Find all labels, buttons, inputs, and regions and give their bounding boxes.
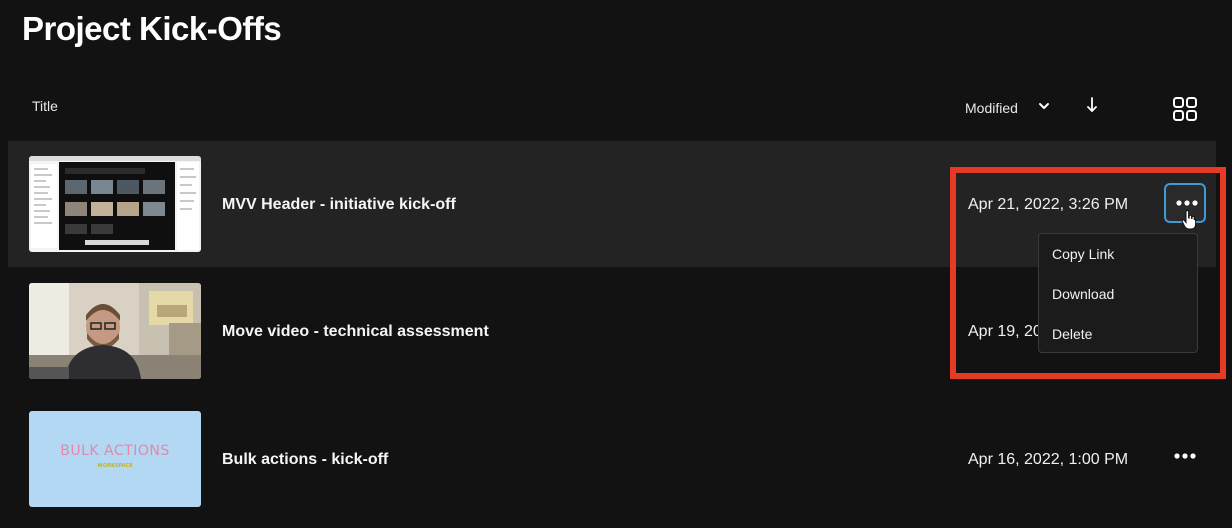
- item-title[interactable]: MVV Header - initiative kick-off: [222, 196, 456, 214]
- list-header: Title Modified: [0, 88, 1232, 128]
- page-title: Project Kick-Offs: [22, 10, 282, 47]
- item-title[interactable]: Move video - technical assessment: [222, 323, 489, 341]
- hand-pointer-cursor-icon: [1181, 210, 1197, 230]
- chevron-down-icon[interactable]: [1036, 98, 1052, 114]
- video-thumbnail[interactable]: [29, 156, 201, 252]
- screen-recording-thumbnail-image: [29, 156, 201, 252]
- sort-direction-arrow-icon[interactable]: [1084, 96, 1100, 114]
- video-thumbnail[interactable]: [29, 283, 201, 379]
- thumbnail-heading: BULK ACTIONS: [60, 443, 170, 459]
- title-column-header[interactable]: Title: [32, 98, 58, 114]
- item-modified-date: Apr 16, 2022, 1:00 PM: [968, 451, 1129, 468]
- page: Project Kick-Offs Title Modified MVV Hea…: [0, 0, 1232, 528]
- annotation-highlight-box: [950, 167, 1226, 379]
- list-item[interactable]: BULK ACTIONS WORKSPACE Bulk actions - ki…: [8, 396, 1216, 522]
- more-options-button[interactable]: [1164, 438, 1206, 478]
- thumbnail-subheading: WORKSPACE: [97, 463, 133, 469]
- more-horizontal-icon: [1174, 453, 1196, 459]
- sort-field-dropdown[interactable]: Modified: [965, 100, 1018, 116]
- video-thumbnail[interactable]: BULK ACTIONS WORKSPACE: [29, 411, 201, 507]
- item-title[interactable]: Bulk actions - kick-off: [222, 451, 388, 469]
- webcam-person-thumbnail-image: [29, 283, 201, 379]
- grid-view-icon[interactable]: [1172, 96, 1198, 122]
